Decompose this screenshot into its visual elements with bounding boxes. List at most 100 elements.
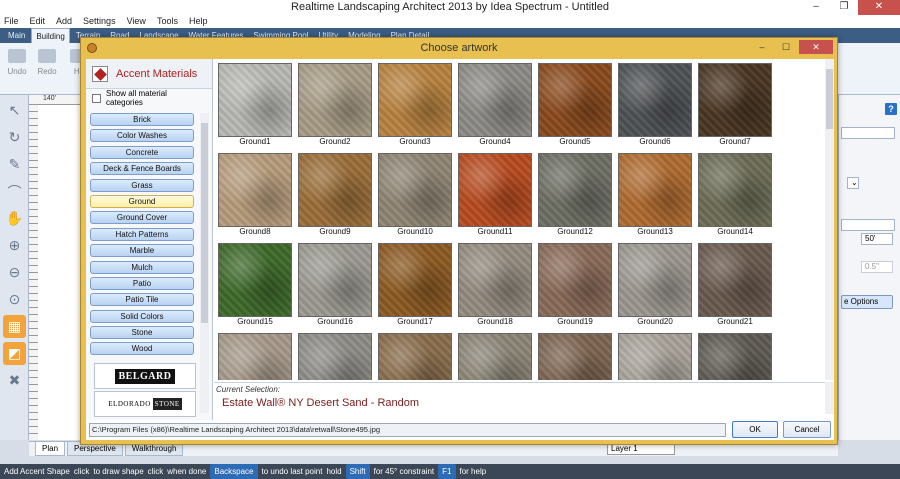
texture-swatch[interactable] [378,243,452,317]
chevron-down-icon[interactable]: ⌄ [847,177,859,189]
artwork-tile[interactable]: Ground6 [617,61,693,151]
category-button-ground[interactable]: Ground [90,194,194,208]
category-button-concrete[interactable]: Concrete [90,145,194,159]
texture-swatch[interactable] [538,63,612,137]
rotate-icon[interactable]: ↻ [3,126,26,149]
material-icon[interactable]: ▦ [3,315,26,338]
texture-swatch[interactable] [458,153,532,227]
menu-view[interactable]: View [127,15,146,28]
artwork-tile[interactable]: Ground14 [697,151,773,241]
tab-building[interactable]: Building [31,28,70,43]
artwork-tile[interactable] [457,331,533,380]
texture-swatch[interactable] [458,63,532,137]
category-button-hatch-patterns[interactable]: Hatch Patterns [90,227,194,241]
texture-swatch[interactable] [618,153,692,227]
texture-swatch[interactable] [218,243,292,317]
texture-swatch[interactable] [698,243,772,317]
menu-tools[interactable]: Tools [157,15,178,28]
artwork-tile[interactable]: Ground15 [217,241,293,331]
texture-swatch[interactable] [618,333,692,380]
category-button-patio[interactable]: Patio [90,276,194,290]
texture-swatch[interactable] [378,153,452,227]
category-button-color-washes[interactable]: Color Washes [90,129,194,143]
menu-settings[interactable]: Settings [83,15,116,28]
belgard-logo[interactable]: BELGARD [94,363,196,389]
artwork-tile[interactable]: Ground7 [697,61,773,151]
texture-swatch[interactable] [378,333,452,380]
selection-scrollbar[interactable] [825,382,834,414]
artwork-tile[interactable]: Ground2 [297,61,373,151]
category-button-ground-cover[interactable]: Ground Cover [90,211,194,225]
artwork-tile[interactable]: Ground11 [457,151,533,241]
select-arrow-icon[interactable]: ↖ [3,99,26,122]
texture-swatch[interactable] [618,63,692,137]
close-icon[interactable]: ✕ [799,40,833,54]
artwork-tile[interactable]: Ground5 [537,61,613,151]
category-button-deck-fence-boards[interactable]: Deck & Fence Boards [90,162,194,176]
category-button-marble[interactable]: Marble [90,244,194,258]
plan-canvas[interactable] [38,105,85,440]
category-button-stone[interactable]: Stone [90,326,194,340]
hand-pan-icon[interactable]: ✋ [3,207,26,230]
artwork-tile[interactable] [537,331,613,380]
checkbox-icon[interactable] [92,93,101,103]
category-button-patio-tile[interactable]: Patio Tile [90,293,194,307]
ok-button[interactable]: OK [732,421,778,438]
artwork-tile[interactable]: Ground12 [537,151,613,241]
artwork-tile[interactable]: Ground19 [537,241,613,331]
texture-swatch[interactable] [378,63,452,137]
texture-swatch[interactable] [458,333,532,380]
texture-swatch[interactable] [538,333,612,380]
texture-swatch[interactable] [698,333,772,380]
help-icon[interactable]: ? [885,103,897,115]
property-field[interactable] [841,127,895,139]
artwork-tile[interactable]: Ground13 [617,151,693,241]
curve-icon[interactable]: ⌒ [3,180,26,203]
artwork-tile[interactable] [377,331,453,380]
texture-swatch[interactable] [298,63,372,137]
maximize-icon[interactable]: ☐ [775,40,797,54]
value-field[interactable]: 50' [861,233,893,245]
undo-button[interactable]: Undo [2,45,32,76]
artwork-tile[interactable]: Ground18 [457,241,533,331]
artwork-tile[interactable]: Ground20 [617,241,693,331]
restore-icon[interactable]: ❐ [830,0,858,15]
texture-swatch[interactable] [618,243,692,317]
texture-swatch[interactable] [538,243,612,317]
menu-help[interactable]: Help [189,15,208,28]
artwork-tile[interactable]: Ground3 [377,61,453,151]
zoom-fit-icon[interactable]: ⊙ [3,288,26,311]
texture-swatch[interactable] [298,243,372,317]
texture-swatch[interactable] [218,63,292,137]
artwork-tile[interactable]: Ground10 [377,151,453,241]
artwork-tile[interactable] [697,331,773,380]
category-scrollbar[interactable] [200,113,209,413]
artwork-tile[interactable]: Ground4 [457,61,533,151]
category-button-mulch[interactable]: Mulch [90,260,194,274]
artwork-tile[interactable]: Ground1 [217,61,293,151]
redo-button[interactable]: Redo [32,45,62,76]
artwork-tile[interactable]: Ground17 [377,241,453,331]
artwork-tile[interactable] [297,331,373,380]
minimize-icon[interactable]: – [751,40,773,54]
tab-main[interactable]: Main [4,28,29,43]
artwork-tile[interactable] [217,331,293,380]
cancel-button[interactable]: Cancel [783,421,831,438]
texture-swatch[interactable] [298,153,372,227]
options-button[interactable]: e Options [841,295,893,309]
zoom-in-icon[interactable]: ⊕ [3,234,26,257]
eldorado-stone-logo[interactable]: ELDORADO STONE [94,391,196,417]
zoom-out-icon[interactable]: ⊖ [3,261,26,284]
tab-plan[interactable]: Plan [35,442,66,456]
texture-swatch[interactable] [538,153,612,227]
delete-icon[interactable]: ✖ [3,369,26,392]
artwork-scrollbar[interactable] [825,59,834,380]
texture-swatch[interactable] [458,243,532,317]
property-field-2[interactable] [841,219,895,231]
artwork-tile[interactable]: Ground21 [697,241,773,331]
category-button-grass[interactable]: Grass [90,178,194,192]
menu-add[interactable]: Add [56,15,72,28]
artwork-tile[interactable]: Ground16 [297,241,373,331]
menu-edit[interactable]: Edit [30,15,46,28]
texture-swatch[interactable] [218,153,292,227]
